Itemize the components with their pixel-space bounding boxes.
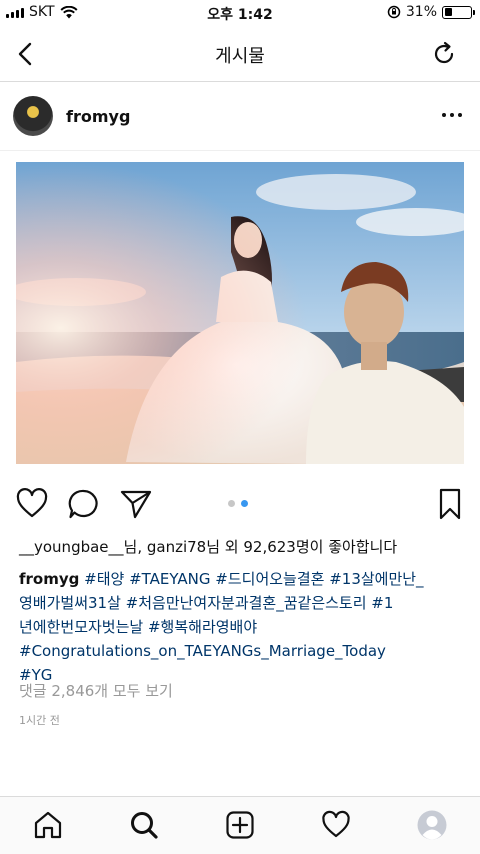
post-username[interactable]: fromyg [66,107,130,126]
view-all-comments-link[interactable]: 댓글 2,846개 모두 보기 [19,680,173,701]
likes-summary[interactable]: __youngbae__님, ganzi78님 외 92,623명이 좋아합니다 [19,536,397,557]
orientation-lock-icon [387,5,401,19]
navigation-bar: 게시물 [0,26,480,82]
post-actions [0,486,480,526]
battery-icon [442,5,475,19]
activity-heart-icon[interactable] [320,809,352,841]
avatar[interactable] [13,96,53,136]
carousel-dot [228,500,235,507]
caption-line[interactable]: 영배가벌써31살 #처음만난여자분과결혼_꿈같은스토리 #1 [19,591,465,615]
bottom-tab-bar [0,796,480,854]
post-media[interactable] [0,152,480,472]
carousel-indicator [228,500,248,507]
bookmark-icon[interactable] [432,486,468,522]
like-heart-icon[interactable] [14,486,50,522]
battery-percent: 31% [405,4,437,20]
search-icon[interactable] [128,809,160,841]
add-post-icon[interactable] [224,809,256,841]
caption-line[interactable]: 년에한번모자벗는날 #행복해라영배야 [19,615,465,639]
refresh-icon[interactable] [430,40,458,68]
caption-line[interactable]: #Congratulations_on_TAEYANGs_Marriage_To… [19,639,465,663]
status-right: 31% [387,4,475,20]
carousel-dot-active [241,500,248,507]
home-icon[interactable] [32,809,64,841]
comment-icon[interactable] [66,486,102,522]
battery-fill [444,8,453,16]
post-caption: fromyg #태양 #TAEYANG #드디어오늘결혼 #13살에만난_ 영배… [19,567,465,687]
post-timestamp: 1시간 전 [19,714,60,727]
caption-hashtags[interactable]: #태양 #TAEYANG #드디어오늘결혼 #13살에만난_ [84,570,423,588]
share-icon[interactable] [118,486,154,522]
more-options-icon[interactable] [440,109,464,121]
status-bar: SKT 오후 1:42 31% [0,0,480,26]
post-header: fromyg [0,83,480,151]
caption-username[interactable]: fromyg [19,570,79,588]
caption-line: fromyg #태양 #TAEYANG #드디어오늘결혼 #13살에만난_ [19,567,465,591]
profile-icon[interactable] [416,809,448,841]
post-photo[interactable] [16,162,464,464]
page-title: 게시물 [215,46,265,67]
